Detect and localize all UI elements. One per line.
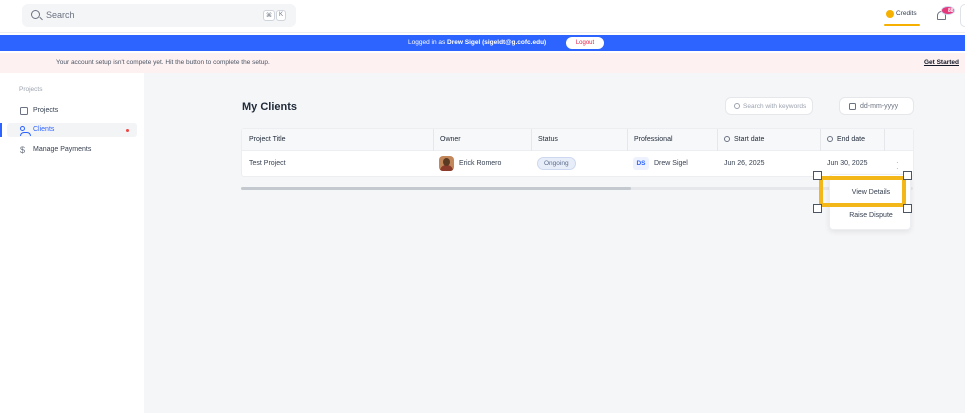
clients-table: Project Title Owner Status Professional … [241,128,914,179]
clock-icon [724,136,730,142]
notification-badge: 88 [941,6,955,15]
search-bar[interactable]: Search ⌘ K [22,4,296,27]
header-label: Project Title [249,136,286,143]
search-icon [31,10,40,19]
sidebar: Projects Projects Clients $ Manage Payme… [0,80,144,413]
sidebar-item-label: Projects [33,107,59,114]
column-divider [531,129,532,151]
column-divider [884,129,885,151]
table-row-cell: DS Drew Sigel [627,151,717,177]
setup-warning: Your account setup isn't compete yet. Hi… [0,53,965,73]
logout-button[interactable]: Logout [566,37,604,49]
table-row-cell: Erick Romero [433,151,531,177]
coin-icon [886,10,894,18]
header-label: Professional [634,136,673,143]
raise-dispute-menu-item[interactable]: Raise Dispute [830,207,912,225]
notifications-button[interactable]: 88 [933,6,955,24]
search-shortcut: ⌘ K [262,10,286,21]
selection-handle[interactable] [813,204,822,213]
date-filter-input[interactable]: dd-mm-yyyy [839,97,914,115]
table-row-cell: Jun 26, 2025 [717,151,820,177]
status-badge: Ongoing [537,157,576,170]
project-title: Test Project [249,160,286,167]
users-icon [20,126,31,136]
profile-button[interactable] [960,4,965,27]
document-icon [20,107,28,115]
column-header-status[interactable]: Status [531,129,627,151]
main-content: My Clients Search with keywords dd-mm-yy… [144,73,965,413]
selection-handle[interactable] [903,171,912,180]
top-bar: Search ⌘ K Credits 88 [0,0,965,33]
credits-button[interactable]: Credits [884,7,922,26]
header-label: Start date [734,136,765,143]
alert-dot [126,129,129,132]
horizontal-scrollbar[interactable] [241,187,913,190]
search-icon [734,103,740,109]
column-divider [717,129,718,151]
end-date: Jun 30, 2025 [827,160,868,167]
sidebar-item-clients[interactable]: Clients [0,123,137,137]
header-label: End date [837,136,866,143]
sidebar-item-projects[interactable]: Projects [7,104,137,118]
column-header-end-date[interactable]: End date [820,129,884,151]
calendar-icon [849,103,856,110]
banner-user: Drew Sigel (sigeldt@g.cofc.edu) [447,39,547,46]
scrollbar-thumb[interactable] [241,187,631,190]
header-label: Status [538,136,558,143]
k-key: K [275,10,286,21]
sidebar-item-manage-payments[interactable]: $ Manage Payments [7,143,137,157]
owner-name: Erick Romero [459,160,502,167]
date-placeholder: dd-mm-yyyy [860,103,899,110]
active-indicator [0,123,2,137]
sidebar-item-label: Clients [33,126,55,133]
professional-initials: DS [633,157,649,170]
keyword-placeholder: Search with keywords [743,103,807,110]
credits-label: Credits [896,10,917,17]
column-header-owner[interactable]: Owner [433,129,531,151]
selection-handle[interactable] [813,171,822,180]
professional-name: Drew Sigel [654,160,688,167]
selection-handle[interactable] [903,204,912,213]
keyword-search-input[interactable]: Search with keywords [725,97,813,115]
column-divider [820,129,821,151]
command-key: ⌘ [262,10,275,21]
search-placeholder: Search [46,10,75,20]
avatar [439,156,454,171]
header-label: Owner [440,136,461,143]
get-started-link[interactable]: Get Started [924,59,959,66]
column-header-professional[interactable]: Professional [627,129,717,151]
banner-message: Logged in as Drew Sigel (sigeldt@g.cofc.… [408,39,546,46]
warning-message: Your account setup isn't compete yet. Hi… [56,59,270,66]
table-row-cell[interactable]: Test Project [242,151,433,177]
sidebar-item-label: Manage Payments [33,146,92,153]
banner-prefix: Logged in as [408,39,446,46]
column-header-actions [884,129,913,151]
column-divider [433,129,434,151]
credits-underline [884,24,920,26]
dollar-icon: $ [20,145,26,155]
page-title: My Clients [242,101,298,113]
selection-highlight [819,176,906,207]
sidebar-section-title: Projects [19,86,43,93]
impersonation-banner: Logged in as Drew Sigel (sigeldt@g.cofc.… [0,35,965,51]
column-divider [627,129,628,151]
clock-icon [827,136,833,142]
column-header-project-title[interactable]: Project Title [242,129,433,151]
table-row-cell: Ongoing [531,151,627,177]
start-date: Jun 26, 2025 [724,160,765,167]
column-header-start-date[interactable]: Start date [717,129,820,151]
